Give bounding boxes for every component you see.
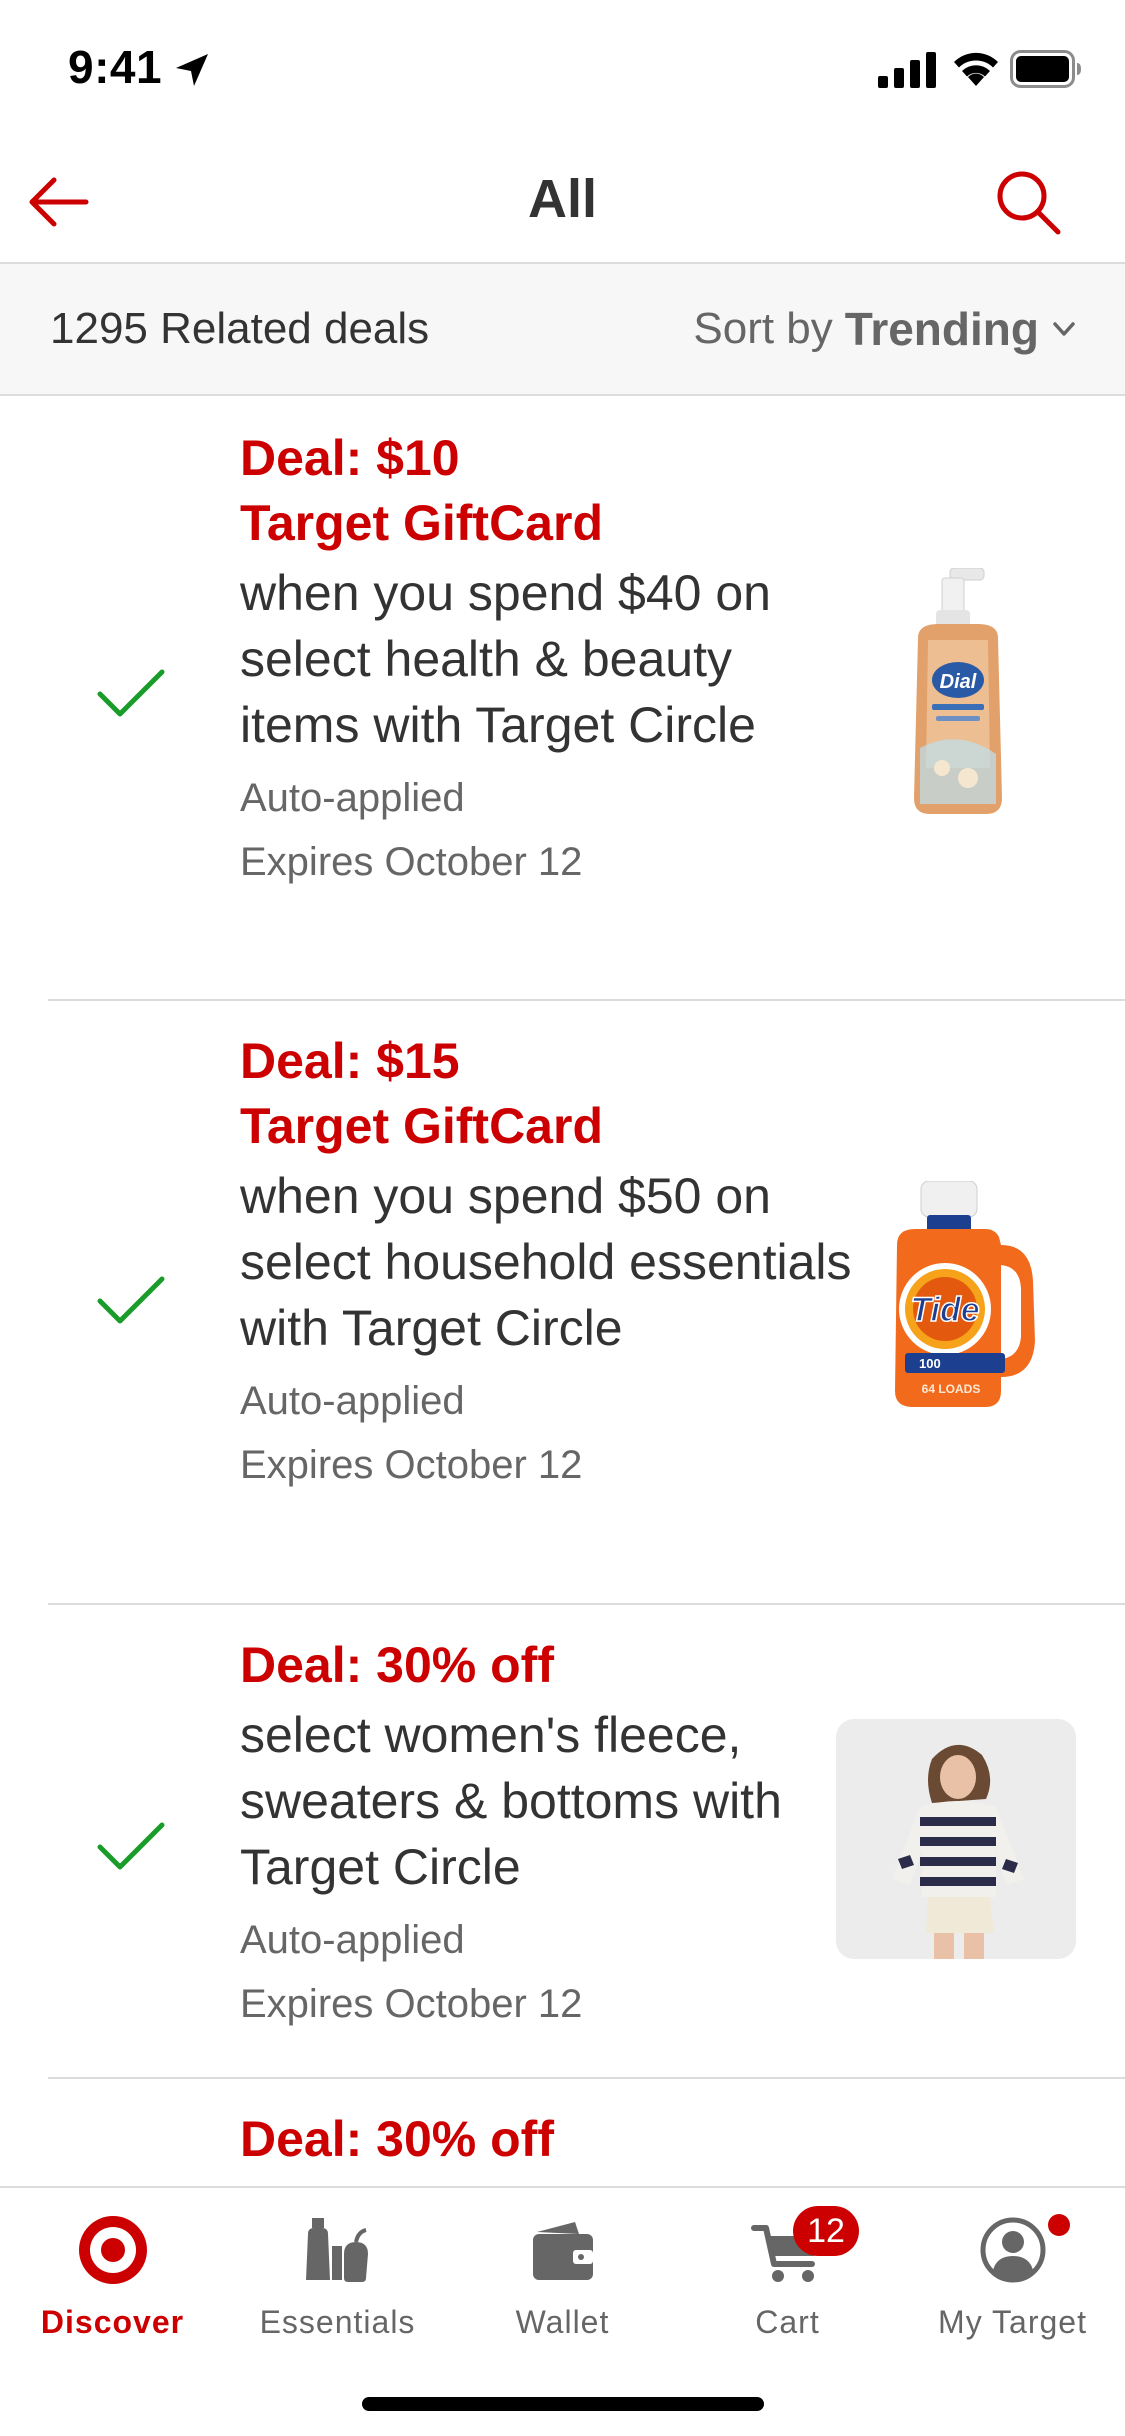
deal-title: Deal: $15 [240,1033,460,1089]
deal-description: when you spend $40 on select health & be… [240,565,771,753]
deal-status: Auto-applied [240,1379,465,1423]
sort-bar: 1295 Related deals Sort by Trending [0,264,1125,396]
tab-label: Discover [40,2304,185,2340]
battery-icon [1010,50,1081,88]
svg-text:Tide: Tide [910,1291,979,1329]
checkmark-icon [97,1276,165,1324]
tab-label: Wallet [515,2304,610,2340]
cart-count-badge: 12 [793,2206,859,2256]
tab-wallet[interactable]: Wallet [450,2210,675,2360]
location-arrow-icon [176,54,208,86]
svg-text:64 LOADS: 64 LOADS [922,1382,981,1396]
deal-title: Deal: 30% off [240,1637,554,1693]
deal-status: Auto-applied [240,1918,465,1962]
checkmark-icon [97,1822,165,1870]
deals-screen: 9:41 All 1295 Related deals Sort by Tren… [0,0,1125,2436]
sort-value: Trending [844,303,1039,355]
essentials-icon [305,2218,368,2282]
tide-detergent-image: Tide 100 64 LOADS [895,1181,1035,1407]
deal-title-line2: Target GiftCard [240,1098,603,1154]
home-indicator [362,2397,764,2411]
checkmark-icon [97,669,165,717]
deal-expiration: Expires October 12 [240,840,583,884]
deal-item[interactable]: Deal: $15 Target GiftCard when you spend… [48,1001,1125,1605]
search-icon[interactable] [990,164,1066,240]
tab-label: Essentials [259,2304,416,2340]
wallet-icon [532,2222,593,2280]
deal-description: when you spend $50 on select household e… [240,1168,852,1356]
deal-status: Auto-applied [240,776,465,820]
deal-text: Deal: 30% off select women's fleece, swe… [240,1633,860,2036]
deal-item[interactable]: Deal: 30% off select women's fleece, swe… [48,1605,1125,2079]
tab-label: My Target [938,2304,1087,2340]
target-bullseye-icon [78,2216,147,2284]
page-title: All [527,169,597,229]
cellular-signal-icon [878,52,936,88]
nav-header: All [0,140,1125,264]
chevron-down-icon [1053,322,1075,336]
wifi-icon [954,52,998,86]
deal-title-line2: Target GiftCard [240,495,603,551]
sort-prefix: Sort by [693,304,833,353]
status-time: 9:41 [68,41,163,93]
tab-discover[interactable]: Discover [0,2210,225,2360]
account-icon [980,2217,1045,2283]
deal-item[interactable]: Deal: $10 Target GiftCard when you spend… [48,398,1125,1001]
svg-text:100: 100 [919,1356,941,1371]
dial-soap-image: Dial [914,568,1002,814]
tab-cart[interactable]: 12 Cart [675,2206,900,2360]
sort-dropdown[interactable]: Sort by Trending [693,302,1079,356]
tab-essentials[interactable]: Essentials [225,2210,450,2360]
deal-title: Deal: 30% off [240,2111,554,2167]
deal-text: Deal: $15 Target GiftCard when you spend… [240,1029,860,1497]
notification-dot [1048,2214,1070,2236]
striped-sweater-image [836,1719,1076,1959]
tab-my-target[interactable]: My Target [900,2210,1125,2360]
deal-expiration: Expires October 12 [240,1982,583,2026]
tab-label: Cart [755,2304,820,2340]
deal-text: Deal: 30% off [240,2107,860,2172]
svg-text:Dial: Dial [940,671,977,693]
deal-title: Deal: $10 [240,430,460,486]
deal-description: select women's fleece, sweaters & bottom… [240,1707,782,1895]
status-bar: 9:41 [0,0,1125,140]
deal-count: 1295 Related deals [50,304,430,353]
deal-expiration: Expires October 12 [240,1443,583,1487]
deal-list: Deal: $10 Target GiftCard when you spend… [0,398,1125,2239]
deal-text: Deal: $10 Target GiftCard when you spend… [240,426,860,894]
